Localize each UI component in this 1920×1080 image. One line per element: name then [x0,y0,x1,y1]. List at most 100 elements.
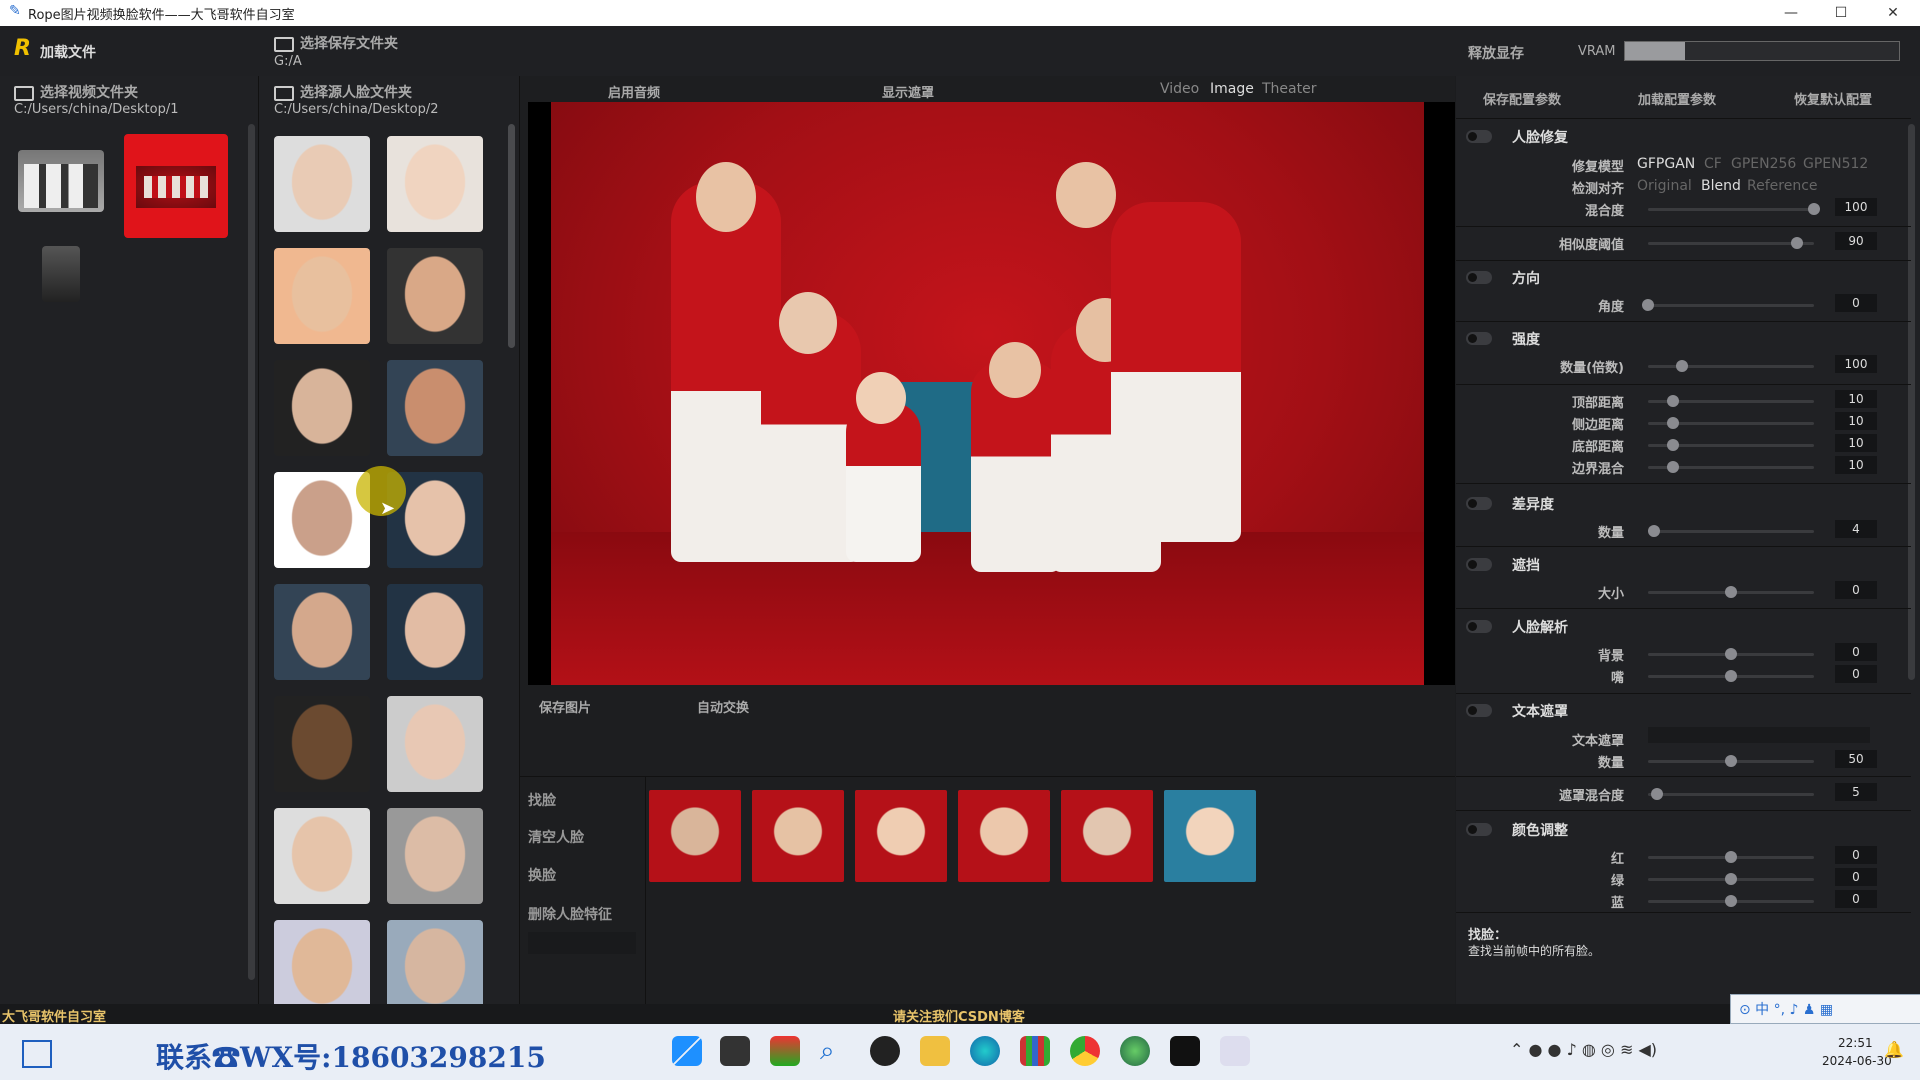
slider-knob[interactable] [1642,299,1654,311]
found-face-thumbnail[interactable] [752,790,844,882]
slider-knob[interactable] [1667,395,1679,407]
strength-value[interactable]: 100 [1835,355,1877,373]
parse-mouth-value[interactable]: 0 [1835,665,1877,683]
border-bottom-value[interactable]: 10 [1835,434,1877,452]
video-thumbnail[interactable] [18,150,104,212]
widgets-icon[interactable] [22,1040,52,1068]
found-face-thumbnail[interactable] [649,790,741,882]
save-params-button[interactable]: 保存配置参数 [1483,89,1561,108]
red-value[interactable]: 0 [1835,846,1877,864]
load-params-button[interactable]: 加载配置参数 [1638,89,1716,108]
slider-knob[interactable] [1791,237,1803,249]
mask-blend-value[interactable]: 5 [1835,783,1877,801]
tab-video[interactable]: Video [1160,81,1199,97]
slider-knob[interactable] [1667,461,1679,473]
source-face-thumbnail[interactable] [387,136,483,232]
edge-icon[interactable] [970,1036,1000,1066]
params-scrollbar[interactable] [1908,124,1915,680]
source-face-thumbnail[interactable] [387,920,483,1016]
border-side-value[interactable]: 10 [1835,412,1877,430]
source-face-thumbnail[interactable] [387,696,483,792]
border-top-value[interactable]: 10 [1835,390,1877,408]
parse-background-value[interactable]: 0 [1835,643,1877,661]
found-face-thumbnail[interactable] [1164,790,1256,882]
slider-knob[interactable] [1676,360,1688,372]
found-face-thumbnail[interactable] [958,790,1050,882]
slider-knob[interactable] [1725,755,1737,767]
swap-faces-button[interactable]: 换脸 [528,865,556,885]
angle-value[interactable]: 0 [1835,294,1877,312]
source-face-thumbnail[interactable] [274,248,370,344]
release-vram-button[interactable]: 释放显存 [1468,43,1524,63]
diff-toggle[interactable] [1466,497,1492,510]
tray-icons[interactable]: ⌃ ● ● ♪ ◍ ◎ ≋ ◀) [1510,1040,1657,1059]
mask-blend-slider[interactable] [1648,793,1814,796]
video-scrollbar[interactable] [248,124,255,980]
source-folder-button[interactable]: 选择源人脸文件夹 [274,82,412,102]
load-files-button[interactable]: 加载文件 [40,42,96,62]
enable-audio-button[interactable]: 启用音频 [608,82,660,101]
face-restore-toggle[interactable] [1466,130,1492,143]
source-face-thumbnail[interactable] [387,808,483,904]
source-face-thumbnail[interactable] [274,696,370,792]
video-thumbnail[interactable] [42,246,80,302]
model-option-cf[interactable]: CF [1704,156,1722,172]
search-icon[interactable]: ⌕ [820,1036,835,1067]
face-parse-toggle[interactable] [1466,620,1492,633]
terminal-icon[interactable] [1170,1036,1200,1066]
slider-knob[interactable] [1667,439,1679,451]
slider-knob[interactable] [1667,417,1679,429]
source-face-thumbnail[interactable] [387,584,483,680]
text-mask-toggle[interactable] [1466,704,1492,717]
slider-knob[interactable] [1725,648,1737,660]
text-mask-input[interactable] [1648,727,1870,743]
file-explorer-icon[interactable] [920,1036,950,1066]
source-face-thumbnail[interactable] [387,360,483,456]
delete-embedding-button[interactable]: 删除人脸特征 [528,904,612,924]
strength-toggle[interactable] [1466,332,1492,345]
ime-toolbar[interactable]: ⊙ 中 °, ♪ ♟ ▦ [1730,994,1920,1024]
find-faces-button[interactable]: 找脸 [528,790,556,810]
embedding-name-input[interactable] [528,932,636,954]
source-face-thumbnail[interactable] [274,360,370,456]
found-face-thumbnail[interactable] [1061,790,1153,882]
slider-knob[interactable] [1725,670,1737,682]
app-icon[interactable] [1120,1036,1150,1066]
save-folder-button[interactable]: 选择保存文件夹 [274,33,398,53]
align-option-blend[interactable]: Blend [1701,178,1741,194]
source-face-thumbnail[interactable] [274,920,370,1016]
text-mask-value[interactable]: 50 [1835,750,1877,768]
orientation-toggle[interactable] [1466,271,1492,284]
save-image-button[interactable]: 保存图片 [539,697,591,716]
model-option-gpen256[interactable]: GPEN256 [1731,156,1796,172]
similarity-slider[interactable] [1648,242,1814,245]
similarity-value[interactable]: 90 [1835,232,1877,250]
minimize-button[interactable]: — [1768,0,1814,26]
source-scrollbar[interactable] [508,124,515,348]
clear-faces-button[interactable]: 清空人脸 [528,827,584,847]
tab-image[interactable]: Image [1210,81,1254,97]
occluder-toggle[interactable] [1466,558,1492,571]
angle-slider[interactable] [1648,304,1814,307]
diff-slider[interactable] [1648,530,1814,533]
blue-value[interactable]: 0 [1835,890,1877,908]
strength-slider[interactable] [1648,365,1814,368]
start-icon[interactable] [672,1036,702,1066]
auto-swap-button[interactable]: 自动交换 [697,697,749,716]
notification-icon[interactable]: 🔔 [1884,1040,1904,1059]
slider-knob[interactable] [1725,895,1737,907]
tab-theater[interactable]: Theater [1262,81,1316,97]
found-face-thumbnail[interactable] [855,790,947,882]
slider-knob[interactable] [1725,851,1737,863]
close-button[interactable]: ✕ [1870,0,1916,26]
video-thumbnail-selected[interactable] [124,134,228,238]
app-icon[interactable] [770,1036,800,1066]
source-face-thumbnail[interactable] [274,808,370,904]
restore-blend-value[interactable]: 100 [1835,198,1877,216]
slider-knob[interactable] [1651,788,1663,800]
app-icon[interactable] [870,1036,900,1066]
maximize-button[interactable]: ☐ [1818,0,1864,26]
model-option-gfpgan[interactable]: GFPGAN [1637,156,1695,172]
source-face-thumbnail[interactable] [274,136,370,232]
source-face-thumbnail[interactable] [387,248,483,344]
